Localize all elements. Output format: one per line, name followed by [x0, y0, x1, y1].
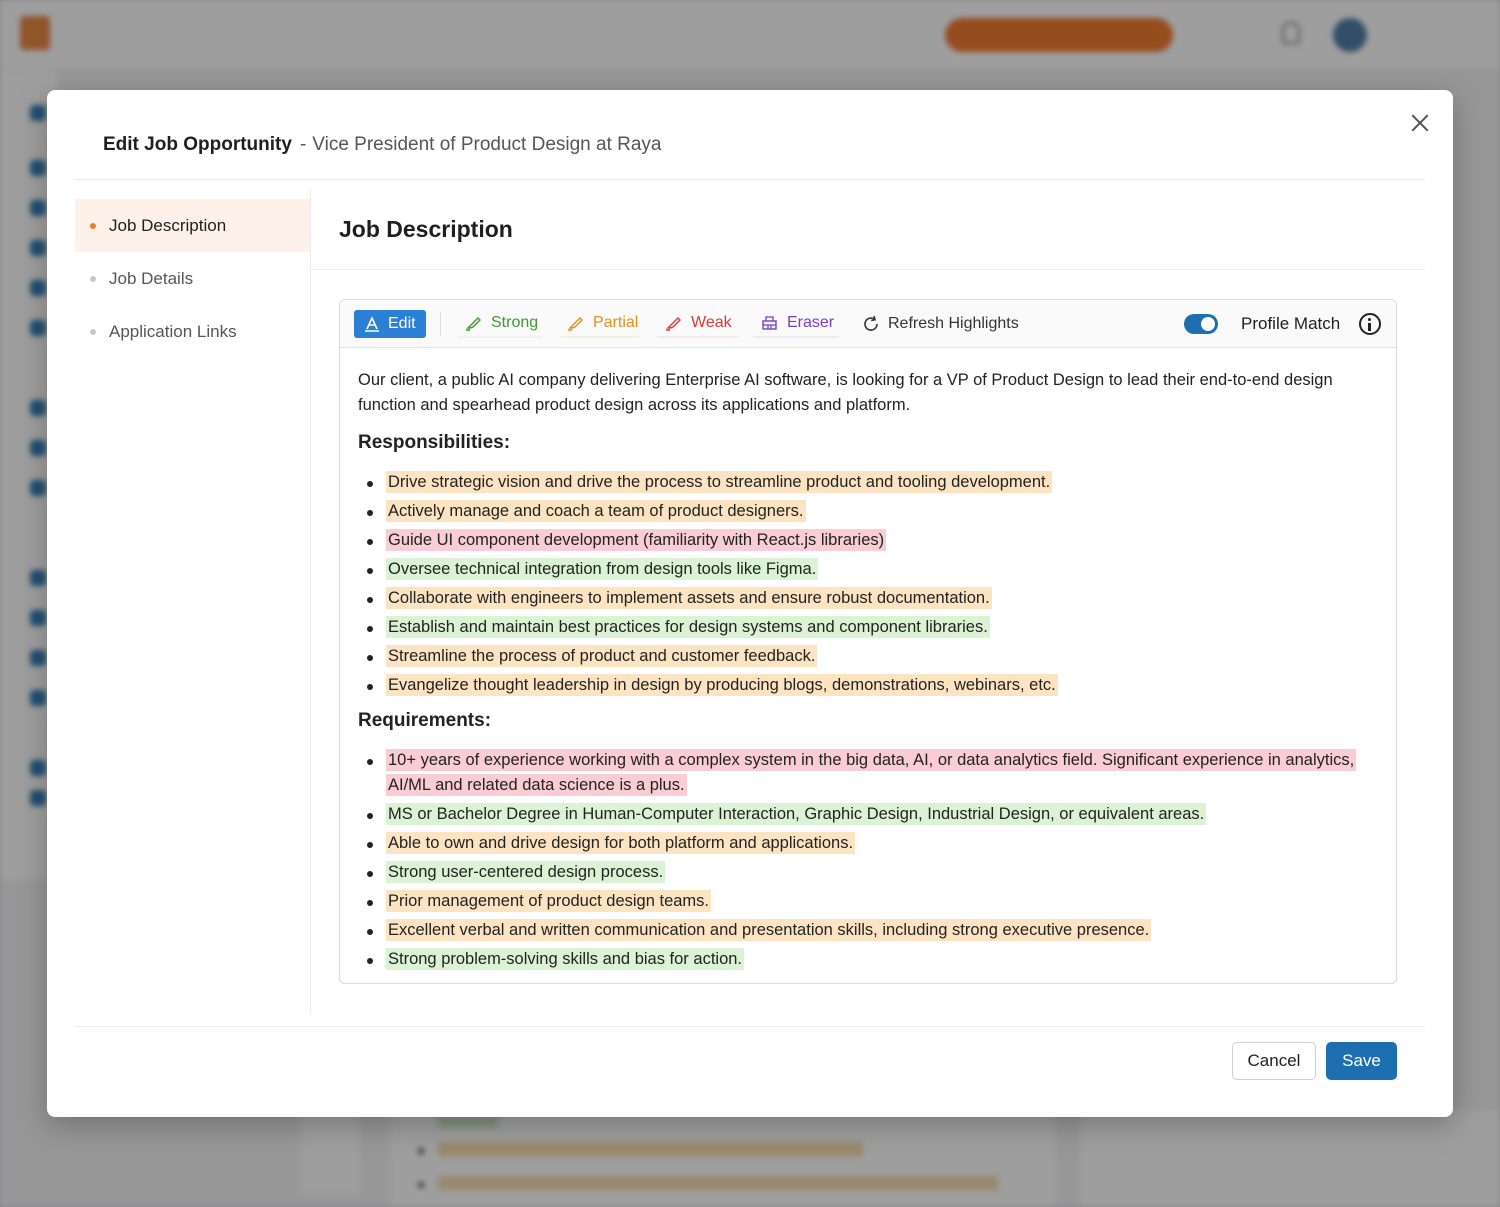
modal-nav: Job Description Job Details Application …	[75, 199, 310, 358]
highlighter-icon	[466, 317, 481, 331]
eraser-label: Eraser	[787, 314, 835, 331]
nav-item-label: Job Details	[109, 268, 194, 288]
strong-match-text: Strong user-centered design process.	[386, 861, 666, 883]
modal-header: Edit Job Opportunity - Vice President of…	[103, 134, 662, 156]
list-item: Guide UI component development (familiar…	[358, 528, 1378, 553]
list-item: Evangelize thought leadership in design …	[358, 673, 1378, 698]
info-icon[interactable]	[1359, 313, 1381, 335]
modal-title: Edit Job Opportunity	[103, 134, 292, 155]
toolbar-separator	[440, 312, 441, 336]
section-divider	[311, 269, 1425, 270]
nav-item-job-details[interactable]: Job Details	[75, 252, 310, 305]
list-item: Strong problem-solving skills and bias f…	[358, 947, 1378, 972]
editor-toolbar: Edit Strong Partial Weak Eraser Refresh …	[340, 300, 1396, 348]
nav-divider	[310, 189, 311, 1014]
footer-divider	[75, 1026, 1425, 1027]
list-item: Able to own and drive design for both pl…	[358, 831, 1378, 856]
list-item: Strong user-centered design process.	[358, 860, 1378, 885]
list-item: Streamline the process of product and cu…	[358, 644, 1378, 669]
job-description-content[interactable]: Our client, a public AI company deliveri…	[340, 348, 1396, 972]
strong-match-text: Oversee technical integration from desig…	[386, 558, 819, 580]
cancel-button[interactable]: Cancel	[1232, 1042, 1316, 1080]
requirements-heading: Requirements:	[358, 710, 492, 731]
refresh-icon	[864, 315, 878, 331]
eraser-icon	[762, 316, 777, 330]
weak-match-text: 10+ years of experience working with a c…	[386, 749, 1357, 796]
section-title: Job Description	[339, 216, 513, 242]
responsibilities-list: Drive strategic vision and drive the pro…	[358, 470, 1378, 698]
strong-highlight-button[interactable]: Strong	[457, 310, 543, 338]
weak-label: Weak	[691, 314, 732, 331]
refresh-highlights-button[interactable]: Refresh Highlights	[862, 310, 1019, 338]
profile-match-label: Profile Match	[1241, 314, 1341, 333]
nav-dot	[90, 275, 96, 282]
partial-match-text: Prior management of product design teams…	[386, 890, 712, 912]
save-button[interactable]: Save	[1326, 1042, 1397, 1080]
partial-label: Partial	[593, 314, 639, 331]
weak-highlight-button[interactable]: Weak	[657, 310, 739, 338]
eraser-button[interactable]: Eraser	[753, 310, 839, 338]
list-item: Oversee technical integration from desig…	[358, 557, 1378, 582]
edit-button[interactable]: Edit	[354, 310, 426, 338]
modal-subtitle: Vice President of Product Design at Raya	[312, 134, 662, 155]
list-item: MS or Bachelor Degree in Human-Computer …	[358, 802, 1378, 827]
highlighter-icon	[568, 317, 583, 331]
responsibilities-heading: Responsibilities:	[358, 432, 511, 453]
job-description-editor: Edit Strong Partial Weak Eraser Refresh …	[339, 299, 1397, 984]
nav-item-job-description[interactable]: Job Description	[75, 199, 310, 252]
strong-match-text: MS or Bachelor Degree in Human-Computer …	[386, 803, 1207, 825]
list-item: Establish and maintain best practices fo…	[358, 615, 1378, 640]
modal-title-separator: -	[299, 134, 307, 155]
header-divider	[75, 179, 1425, 180]
partial-highlight-button[interactable]: Partial	[559, 310, 641, 338]
refresh-label: Refresh Highlights	[888, 315, 1019, 332]
nav-dot	[90, 328, 96, 335]
edit-button-label: Edit	[388, 315, 416, 332]
intro-paragraph: Our client, a public AI company deliveri…	[358, 371, 1333, 414]
strong-label: Strong	[491, 314, 539, 331]
profile-match-toggle[interactable]	[1184, 314, 1218, 334]
weak-match-text: Guide UI component development (familiar…	[386, 529, 887, 551]
list-item: Prior management of product design teams…	[358, 889, 1378, 914]
list-item: Collaborate with engineers to implement …	[358, 586, 1378, 611]
partial-match-text: Drive strategic vision and drive the pro…	[386, 471, 1053, 493]
list-item: Drive strategic vision and drive the pro…	[358, 470, 1378, 495]
nav-item-application-links[interactable]: Application Links	[75, 305, 310, 358]
nav-active-dot	[90, 222, 96, 229]
strong-match-text: Strong problem-solving skills and bias f…	[386, 948, 745, 970]
partial-match-text: Able to own and drive design for both pl…	[386, 832, 856, 854]
strong-match-text: Establish and maintain best practices fo…	[386, 616, 990, 638]
list-item: Actively manage and coach a team of prod…	[358, 499, 1378, 524]
partial-match-text: Evangelize thought leadership in design …	[386, 674, 1058, 696]
list-item: 10+ years of experience working with a c…	[358, 748, 1378, 798]
text-edit-icon	[365, 316, 379, 332]
requirements-list: 10+ years of experience working with a c…	[358, 748, 1378, 972]
partial-match-text: Streamline the process of product and cu…	[386, 645, 818, 667]
edit-job-modal: Edit Job Opportunity - Vice President of…	[47, 90, 1453, 1117]
close-icon[interactable]	[1409, 112, 1431, 134]
nav-item-label: Job Description	[109, 215, 227, 235]
partial-match-text: Collaborate with engineers to implement …	[386, 587, 992, 609]
highlighter-icon	[666, 317, 681, 331]
nav-item-label: Application Links	[109, 321, 237, 341]
partial-match-text: Actively manage and coach a team of prod…	[386, 500, 806, 522]
list-item: Excellent verbal and written communicati…	[358, 918, 1378, 943]
partial-match-text: Excellent verbal and written communicati…	[386, 919, 1152, 941]
